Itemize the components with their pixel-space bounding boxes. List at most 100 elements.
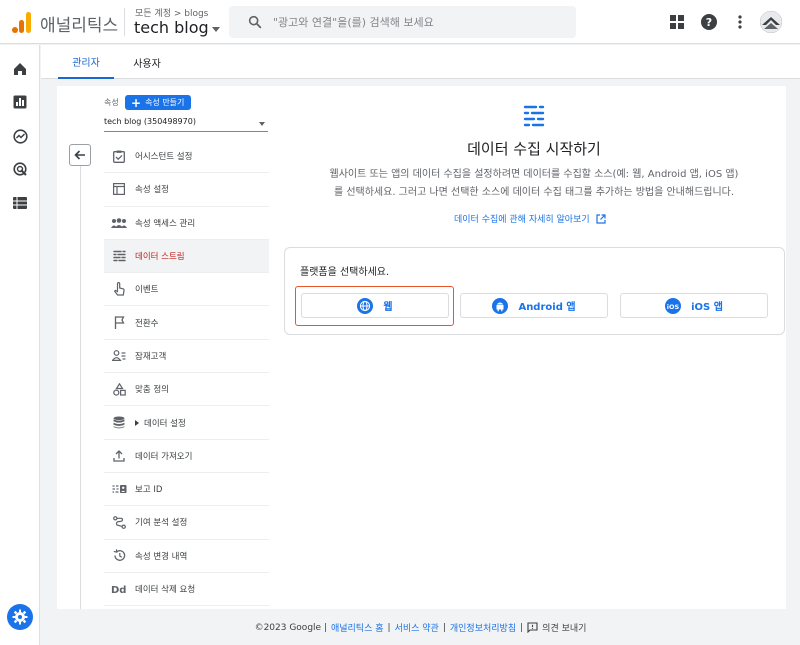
ios-icon: iOS xyxy=(665,297,682,314)
menu-item-label: 기여 분석 설정 xyxy=(135,518,188,529)
web-platform-button[interactable]: 웹 xyxy=(301,293,449,318)
property-name: tech blog xyxy=(134,18,209,37)
footer: ©2023 Google | 애널리틱스 홈 | 서비스 약관 | 개인정보처리… xyxy=(41,610,800,645)
svg-text:?: ? xyxy=(706,16,712,29)
people-icon xyxy=(111,215,127,231)
android-platform-label: Android 앱 xyxy=(518,302,576,313)
database-icon xyxy=(111,415,127,431)
tab-admin[interactable]: 관리자 xyxy=(58,45,114,79)
menu-item-label: 데이터 스트림 xyxy=(135,252,185,263)
menu-item-attribution-settings[interactable]: 기여 분석 설정 xyxy=(104,506,269,540)
menu-item-events[interactable]: 이벤트 xyxy=(104,273,269,307)
footer-separator: | xyxy=(387,622,391,633)
flag-icon xyxy=(111,315,127,331)
account-avatar[interactable] xyxy=(760,11,782,33)
property-select-value: tech blog (350498970) xyxy=(104,117,196,126)
admin-gear-icon[interactable] xyxy=(7,604,33,630)
divider xyxy=(124,8,125,36)
menu-item-setup-assistant[interactable]: 어시스턴트 설정 xyxy=(104,140,269,174)
home-icon[interactable] xyxy=(10,59,30,79)
plus-icon: + xyxy=(131,95,142,110)
page-title: 데이터 수집 시작하기 xyxy=(467,140,601,158)
help-icon[interactable]: ? xyxy=(699,12,719,32)
more-vert-icon[interactable] xyxy=(730,12,750,32)
top-bar: 애널리틱스 모든 계정 > blogs tech blog ? xyxy=(0,0,800,44)
terms-link[interactable]: 서비스 약관 xyxy=(395,621,439,634)
menu-item-label: 속성 변경 내역 xyxy=(135,551,188,562)
delete-request-icon: Dd xyxy=(111,581,127,597)
menu-item-label: 잠재고객 xyxy=(135,351,167,362)
reporting-id-icon xyxy=(111,481,127,497)
search-bar[interactable] xyxy=(229,6,576,38)
web-platform-label: 웹 xyxy=(383,302,393,313)
create-property-label: 속성 만들기 xyxy=(145,98,185,107)
advertising-icon[interactable] xyxy=(10,159,30,179)
menu-item-label: 데이터 설정 xyxy=(144,418,186,429)
menu-item-property-settings[interactable]: 속성 설정 xyxy=(104,173,269,207)
property-label: 속성 xyxy=(104,98,119,107)
search-input[interactable] xyxy=(273,15,563,29)
svg-text:Dd: Dd xyxy=(111,585,126,595)
learn-more-link[interactable]: 데이터 수집에 관해 자세히 알아보기 xyxy=(454,212,606,225)
menu-item-change-history[interactable]: 속성 변경 내역 xyxy=(104,540,269,573)
ios-platform-label: iOS 앱 xyxy=(691,302,723,313)
privacy-link[interactable]: 개인정보처리방침 xyxy=(450,621,516,634)
app-name: 애널리틱스 xyxy=(40,16,119,36)
send-feedback-button[interactable]: 의견 보내기 xyxy=(527,621,586,634)
android-platform-button[interactable]: Android 앱 xyxy=(460,293,608,318)
footer-separator: | xyxy=(520,622,524,633)
configure-icon[interactable] xyxy=(10,193,30,213)
menu-item-label: 맞춤 정의 xyxy=(135,385,169,396)
menu-item-data-streams[interactable]: 데이터 스트림 xyxy=(104,239,269,274)
property-switcher[interactable]: tech blog xyxy=(134,18,220,37)
reports-icon[interactable] xyxy=(10,92,30,112)
admin-tabs: 관리자 사용자 xyxy=(41,45,800,79)
web-layout-icon xyxy=(111,181,127,197)
menu-item-label: 데이터 가져오기 xyxy=(135,451,193,462)
menu-item-label: 어시스턴트 설정 xyxy=(135,152,193,163)
data-stream-icon xyxy=(111,248,127,264)
feedback-label: 의견 보내기 xyxy=(542,624,587,634)
explore-icon[interactable] xyxy=(10,126,30,146)
checklist-icon xyxy=(111,148,127,164)
description-line: 웹사이트 또는 앱의 데이터 수집을 설정하려면 데이터를 수집할 소스(예: … xyxy=(329,169,739,180)
analytics-home-link[interactable]: 애널리틱스 홈 xyxy=(331,621,384,634)
menu-item-label: 전환수 xyxy=(135,318,159,329)
property-menu: 어시스턴트 설정 속성 설정 속성 액세스 관리 데이터 스트림 이벤트 전환수… xyxy=(104,140,269,607)
property-select[interactable]: tech blog (350498970) xyxy=(104,117,268,132)
menu-item-custom-definitions[interactable]: 맞춤 정의 xyxy=(104,373,269,407)
menu-item-label: 데이터 삭제 요청 xyxy=(135,585,196,595)
learn-more-label: 데이터 수집에 관해 자세히 알아보기 xyxy=(454,215,590,225)
create-property-button[interactable]: + 속성 만들기 xyxy=(125,95,192,110)
menu-item-data-import[interactable]: 데이터 가져오기 xyxy=(104,440,269,473)
open-in-new-icon xyxy=(596,213,606,224)
apps-grid-icon[interactable] xyxy=(667,12,687,32)
ios-platform-button[interactable]: iOS iOS 앱 xyxy=(620,293,768,318)
back-button[interactable] xyxy=(69,144,91,166)
divider xyxy=(80,166,81,609)
menu-item-access-management[interactable]: 속성 액세스 관리 xyxy=(104,207,269,240)
data-collection-icon xyxy=(523,105,545,127)
tab-user[interactable]: 사용자 xyxy=(120,45,174,79)
page-description: 웹사이트 또는 앱의 데이터 수집을 설정하려면 데이터를 수집할 소스(예: … xyxy=(284,166,784,202)
menu-item-data-settings[interactable]: 데이터 설정 xyxy=(104,406,269,440)
expand-arrow-icon xyxy=(135,419,139,426)
platform-card xyxy=(284,247,785,335)
menu-item-reporting-identity[interactable]: 보고 ID xyxy=(104,473,269,507)
menu-item-conversions[interactable]: 전환수 xyxy=(104,306,269,340)
description-line: 를 선택하세요. 그러고 나면 선택한 소스에 데이터 수집 태그를 추가하는 … xyxy=(333,187,735,198)
menu-item-audiences[interactable]: 잠재고객 xyxy=(104,340,269,374)
history-icon xyxy=(111,548,127,564)
audience-icon xyxy=(111,348,127,364)
analytics-logo-icon[interactable] xyxy=(12,11,32,33)
menu-item-data-deletion-requests[interactable]: Dd 데이터 삭제 요청 xyxy=(104,573,269,607)
touch-icon xyxy=(111,281,127,297)
feedback-icon xyxy=(527,622,538,633)
svg-text:iOS: iOS xyxy=(667,303,680,311)
footer-separator: | xyxy=(442,622,446,633)
menu-item-label: 속성 설정 xyxy=(135,185,169,196)
menu-item-label: 속성 액세스 관리 xyxy=(135,218,196,229)
platform-prompt: 플랫폼을 선택하세요. xyxy=(300,267,390,278)
search-icon xyxy=(248,15,262,29)
shapes-icon xyxy=(111,381,127,397)
